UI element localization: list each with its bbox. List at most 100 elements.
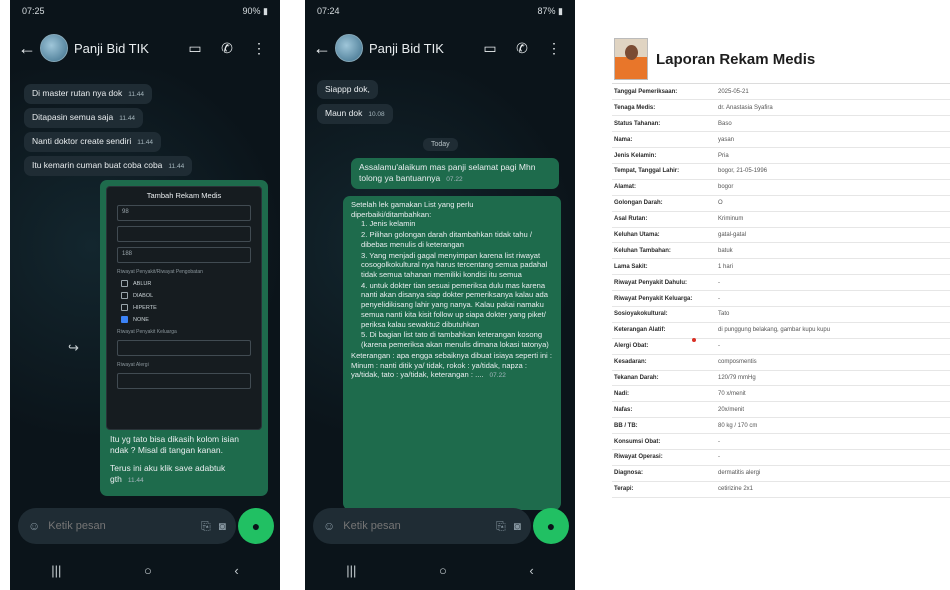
table-row: Jenis Kelamin: Pria [612,147,950,164]
patient-photo [614,38,648,80]
field-label: Tenaga Medis: [612,99,716,117]
home-icon[interactable]: ○ [439,563,447,578]
field-value: - [716,338,950,355]
field-label: Kesadaran: [612,354,716,371]
message-input[interactable] [343,520,489,532]
field-label: Tekanan Darah: [612,370,716,387]
table-row: Tenaga Medis: dr. Anastasia Syafira [612,99,950,117]
table-row: Keterangan Alatif: di punggung belakang, … [612,322,950,339]
field-value: - [716,433,950,450]
emoji-icon[interactable]: ☺ [28,519,40,533]
back-arrow-icon[interactable]: ← [18,38,36,59]
camera-icon[interactable]: ◙ [514,519,521,533]
message-out[interactable]: Assalamu'alaikum mas panji selamat pagi … [351,158,559,190]
table-row: BB / TB: 80 kg / 170 cm [612,417,950,435]
list-outro: Keterangan : apa engga sebaiknya dibuat … [351,350,552,380]
message-in[interactable]: Nanti doktor create sendiri 11.44 [24,132,162,152]
mic-icon: ● [546,518,556,534]
screenshot-field [117,226,251,242]
message-out-list[interactable]: Setelah lek gamakan List yang perlu dipe… [343,196,561,510]
mic-button[interactable]: ● [238,508,274,544]
back-nav-icon[interactable]: ‹ [234,563,238,578]
more-menu-icon[interactable]: ⋮ [541,40,567,57]
screenshot-checkbox: HIPERTE [121,304,247,311]
field-label: Riwayat Operasi: [612,449,716,466]
field-label: Riwayat Penyakit Keluarga: [612,290,716,307]
field-label: Keterangan Alatif: [612,322,716,339]
phone-call-icon[interactable]: ✆ [214,40,240,57]
attached-screenshot[interactable]: Tambah Rekam Medis 98 188 Riwayat Penyak… [106,186,262,430]
screenshot-field [117,340,251,356]
list-item: 3. Yang menjadi gagal menyimpan karena l… [361,250,548,280]
chat-title[interactable]: Panji Bid TIK [369,41,471,56]
field-value: bogor, 21-05-1996 [716,163,950,180]
table-row: Konsumsi Obat: - [612,433,950,450]
avatar[interactable] [40,34,68,62]
field-value: - [716,274,950,292]
field-label: Keluhan Tambahan: [612,242,716,260]
mic-button[interactable]: ● [533,508,569,544]
home-icon[interactable]: ○ [144,563,152,578]
list-item: 1. Jenis kelamin [361,219,416,229]
screenshot-section-label: Riwayat Penyakit Keluarga [117,329,177,335]
screenshot-checkbox: DIABOL [121,292,247,299]
message-input[interactable] [48,520,194,532]
date-separator: Today [423,138,458,151]
list-item: 2. Pilihan golongan darah ditambahkan ti… [361,230,532,249]
field-label: Sosioyakokultural: [612,306,716,323]
attach-icon[interactable]: ⎘ [496,519,506,534]
message-in[interactable]: Siappp dok, [317,80,378,100]
table-row: Riwayat Penyakit Keluarga: - [612,290,950,307]
field-value: Baso [716,115,950,133]
table-row: Asal Rutan: Kriminum [612,211,950,228]
field-label: Alamat: [612,179,716,196]
field-label: Terapi: [612,481,716,498]
table-row: Alergi Obat: - [612,338,950,355]
status-bar: 07:24 87% ▮ [305,0,575,22]
system-navbar: ||| ○ ‹ [305,550,575,590]
table-row: Riwayat Penyakit Dahulu: - [612,274,950,292]
chat-title[interactable]: Panji Bid TIK [74,41,176,56]
field-label: Status Tahanan: [612,115,716,133]
recent-apps-icon[interactable]: ||| [346,563,356,578]
message-in[interactable]: Ditapasin semua saja 11.44 [24,108,144,128]
message-input-bar: ☺ ⎘ ◙ [313,508,531,544]
forward-icon[interactable]: ↪ [68,340,79,356]
field-label: Riwayat Penyakit Dahulu: [612,274,716,292]
avatar[interactable] [335,34,363,62]
field-value: 2025-05-21 [716,84,950,101]
table-row: Golongan Darah: O [612,195,950,212]
message-in[interactable]: Maun dok 10.08 [317,104,393,124]
table-row: Alamat: bogor [612,179,950,196]
field-label: Nama: [612,131,716,149]
field-label: Keluhan Utama: [612,227,716,244]
table-row: Nafas: 20x/menit [612,401,950,419]
status-time: 07:24 [317,6,340,16]
table-row: Keluhan Tambahan: batuk [612,242,950,260]
message-in[interactable]: Itu kemarin cuman buat coba coba 11.44 [24,156,193,176]
field-value: composmentis [716,354,950,371]
video-call-icon[interactable]: ▭ [477,40,503,57]
field-value: bogor [716,179,950,196]
system-navbar: ||| ○ ‹ [10,550,280,590]
field-label: Konsumsi Obat: [612,433,716,450]
field-label: Jenis Kelamin: [612,147,716,164]
field-value: dermatitis alergi [716,465,950,482]
back-arrow-icon[interactable]: ← [313,38,331,59]
screenshot-field [117,373,251,389]
list-item: 5. Di bagian list tato di tambahkan kete… [361,330,549,350]
table-row: Kesadaran: composmentis [612,354,950,371]
status-battery: 87% ▮ [537,5,563,16]
checkbox-icon [121,304,128,311]
attach-icon[interactable]: ⎘ [201,519,211,534]
back-nav-icon[interactable]: ‹ [529,563,533,578]
more-menu-icon[interactable]: ⋮ [246,40,272,57]
message-in[interactable]: Di master rutan nya dok 11.44 [24,84,153,104]
video-call-icon[interactable]: ▭ [182,40,208,57]
table-row: Status Tahanan: Baso [612,115,950,133]
phone-call-icon[interactable]: ✆ [509,40,535,57]
emoji-icon[interactable]: ☺ [323,519,335,533]
camera-icon[interactable]: ◙ [219,519,226,533]
recent-apps-icon[interactable]: ||| [51,563,61,578]
field-label: Lama Sakit: [612,258,716,276]
